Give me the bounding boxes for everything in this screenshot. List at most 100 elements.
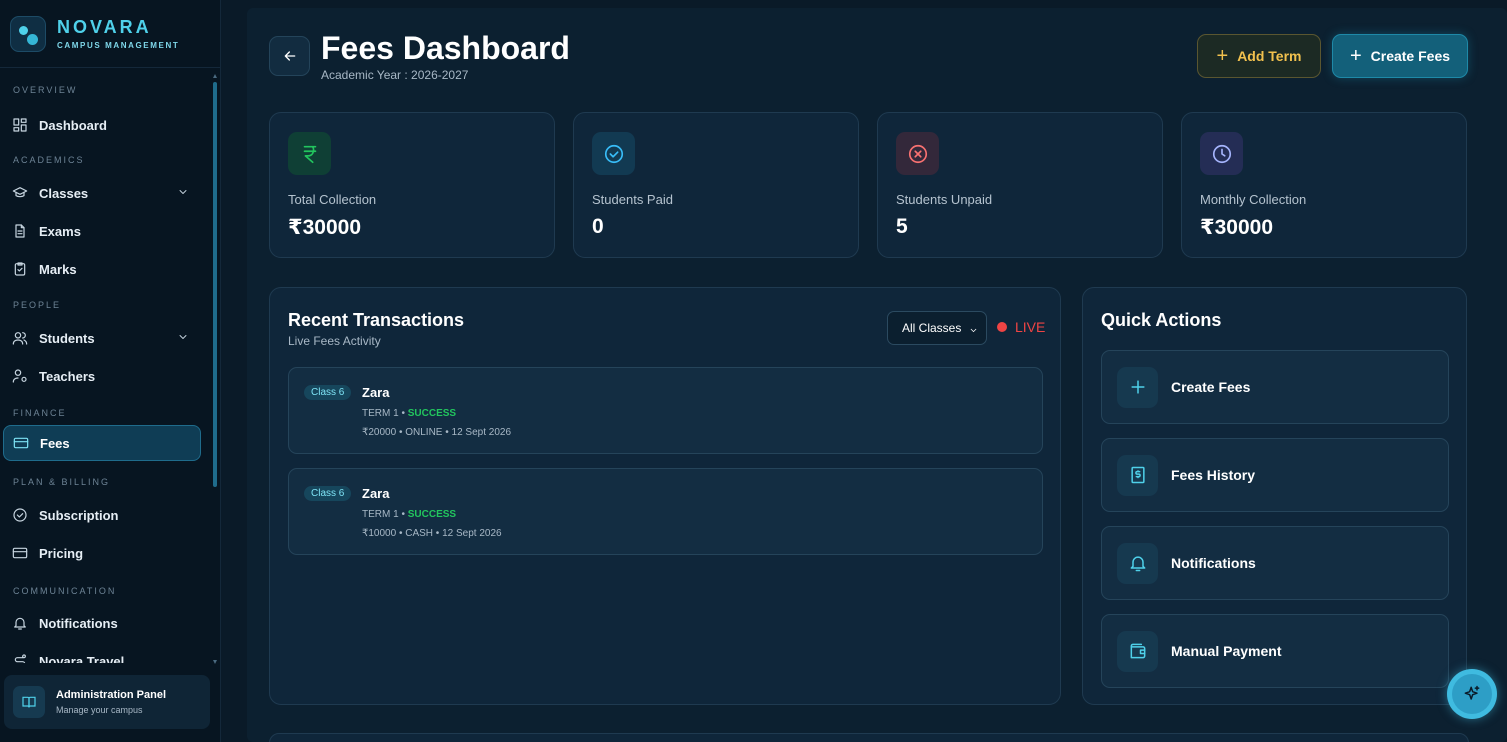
back-button[interactable] bbox=[269, 36, 310, 76]
sidebar-item-label: Fees bbox=[40, 435, 70, 451]
stat-card-monthly-collection: Monthly Collection ₹30000 bbox=[1181, 112, 1467, 258]
graduation-cap-icon bbox=[12, 187, 28, 198]
sidebar-item-classes[interactable]: Classes bbox=[3, 175, 201, 211]
sidebar-item-marks[interactable]: Marks bbox=[3, 251, 201, 287]
plus-icon bbox=[1117, 366, 1158, 408]
live-indicator: LIVE bbox=[997, 319, 1045, 335]
stat-label: Students Unpaid bbox=[896, 192, 993, 207]
x-circle-icon bbox=[896, 132, 939, 175]
sidebar-item-label: Teachers bbox=[39, 368, 96, 384]
stat-value: ₹30000 bbox=[288, 216, 362, 239]
stat-card-total-collection: Total Collection ₹30000 bbox=[269, 112, 555, 258]
stat-card-students-unpaid: Students Unpaid 5 bbox=[877, 112, 1163, 258]
admin-book-icon bbox=[13, 686, 45, 718]
payment-mode: CASH bbox=[405, 528, 434, 539]
stat-label: Total Collection bbox=[288, 192, 377, 207]
stat-value: ₹30000 bbox=[1200, 216, 1274, 239]
sidebar-item-subscription[interactable]: Subscription bbox=[3, 497, 201, 533]
page-title: Fees Dashboard bbox=[321, 30, 570, 66]
quick-action-fees-history[interactable]: Fees History bbox=[1101, 438, 1449, 512]
administration-panel[interactable]: Administration Panel Manage your campus bbox=[4, 675, 210, 729]
grid-icon bbox=[13, 118, 27, 132]
class-badge: Class 6 bbox=[304, 385, 352, 400]
quick-action-label: Fees History bbox=[1171, 467, 1256, 483]
receipt-icon bbox=[1117, 454, 1158, 496]
section-people: PEOPLE bbox=[13, 300, 62, 310]
clock-icon bbox=[1200, 132, 1243, 175]
academic-year: Academic Year : 2026-2027 bbox=[321, 68, 469, 82]
recent-transactions-panel: Recent Transactions Live Fees Activity A… bbox=[269, 287, 1061, 705]
transaction-meta: ₹20000 • ONLINE • 12 Sept 2026 bbox=[362, 427, 512, 438]
date: 12 Sept 2026 bbox=[442, 528, 502, 539]
sidebar-item-label: Marks bbox=[39, 261, 77, 277]
sidebar-item-label: Dashboard bbox=[39, 117, 107, 133]
document-icon bbox=[15, 224, 25, 238]
sidebar-item-dashboard[interactable]: Dashboard bbox=[3, 107, 201, 143]
novara-logo-icon bbox=[10, 15, 46, 52]
stat-value: 5 bbox=[896, 215, 908, 238]
ai-assistant-button[interactable] bbox=[1447, 669, 1497, 719]
check-circle-icon bbox=[592, 132, 635, 175]
scroll-up-arrow-icon[interactable] bbox=[213, 74, 217, 78]
class-filter-value: All Classes bbox=[902, 321, 962, 335]
sidebar-item-students[interactable]: Students bbox=[3, 320, 201, 356]
sidebar-item-teachers[interactable]: Teachers bbox=[3, 358, 201, 394]
quick-action-create-fees[interactable]: Create Fees bbox=[1101, 350, 1449, 424]
sidebar-item-pricing[interactable]: Pricing bbox=[3, 535, 201, 571]
add-term-label: Add Term bbox=[1237, 48, 1302, 64]
transaction-item[interactable]: Class 6 Zara TERM 1 • SUCCESS ₹10000 • C… bbox=[288, 468, 1043, 555]
users-icon bbox=[12, 332, 28, 345]
main-content: Fees Dashboard Academic Year : 2026-2027… bbox=[222, 0, 1507, 742]
route-icon bbox=[14, 654, 26, 663]
stat-label: Monthly Collection bbox=[1200, 192, 1307, 207]
quick-action-manual-payment[interactable]: Manual Payment bbox=[1101, 614, 1449, 688]
status: SUCCESS bbox=[407, 408, 457, 419]
sidebar-item-label: Subscription bbox=[39, 507, 119, 523]
transaction-term-status: TERM 1 • SUCCESS bbox=[362, 509, 457, 520]
quick-actions-title: Quick Actions bbox=[1101, 310, 1222, 330]
user-cog-icon bbox=[12, 369, 27, 383]
section-plan-billing: PLAN & BILLING bbox=[13, 477, 111, 487]
chevron-down-icon[interactable] bbox=[177, 331, 189, 343]
live-dot-icon bbox=[997, 322, 1007, 332]
add-term-button[interactable]: + Add Term bbox=[1197, 34, 1321, 78]
student-name: Zara bbox=[362, 385, 390, 400]
date: 12 Sept 2026 bbox=[451, 427, 512, 438]
card-icon bbox=[12, 547, 28, 559]
quick-action-notifications[interactable]: Notifications bbox=[1101, 526, 1449, 600]
class-badge: Class 6 bbox=[304, 486, 352, 501]
plus-icon: + bbox=[1216, 45, 1229, 67]
sidebar-item-exams[interactable]: Exams bbox=[3, 213, 201, 249]
wallet-icon bbox=[1117, 630, 1158, 672]
payment-mode: ONLINE bbox=[405, 427, 443, 438]
arrow-left-icon bbox=[284, 51, 295, 61]
rupee-icon bbox=[288, 132, 331, 175]
transactions-subtitle: Live Fees Activity bbox=[288, 334, 381, 348]
transaction-item[interactable]: Class 6 Zara TERM 1 • SUCCESS ₹20000 • O… bbox=[288, 367, 1043, 454]
create-fees-button[interactable]: + Create Fees bbox=[1332, 34, 1468, 78]
scroll-thumb[interactable] bbox=[213, 82, 217, 487]
brand[interactable]: NOVARA CAMPUS MANAGEMENT bbox=[0, 0, 220, 68]
stat-card-students-paid: Students Paid 0 bbox=[573, 112, 859, 258]
chevron-down-icon[interactable] bbox=[177, 186, 189, 198]
admin-subtitle: Manage your campus bbox=[56, 705, 143, 715]
quick-action-label: Notifications bbox=[1171, 555, 1256, 571]
sidebar-item-fees[interactable]: Fees bbox=[3, 425, 201, 461]
term: TERM 1 bbox=[362, 408, 399, 419]
section-overview: OVERVIEW bbox=[13, 85, 78, 95]
brand-tagline: CAMPUS MANAGEMENT bbox=[57, 41, 180, 50]
scroll-down-arrow-icon[interactable] bbox=[213, 660, 217, 664]
chevron-down-icon bbox=[969, 324, 978, 333]
student-name: Zara bbox=[362, 486, 390, 501]
sidebar-item-novara-travel[interactable]: Novara Travel bbox=[3, 643, 201, 663]
sparkles-icon bbox=[1452, 674, 1492, 714]
create-fees-label: Create Fees bbox=[1370, 48, 1451, 64]
check-circle-icon bbox=[13, 508, 27, 522]
quick-actions-panel: Quick Actions Create Fees Fees History N… bbox=[1082, 287, 1467, 705]
sidebar-item-notifications[interactable]: Notifications bbox=[3, 605, 201, 641]
sidebar-item-label: Students bbox=[39, 330, 95, 346]
class-filter-select[interactable]: All Classes bbox=[887, 311, 987, 345]
amount: ₹20000 bbox=[362, 427, 397, 438]
sidebar-scrollbar[interactable] bbox=[213, 74, 217, 664]
bell-icon bbox=[1117, 542, 1158, 584]
